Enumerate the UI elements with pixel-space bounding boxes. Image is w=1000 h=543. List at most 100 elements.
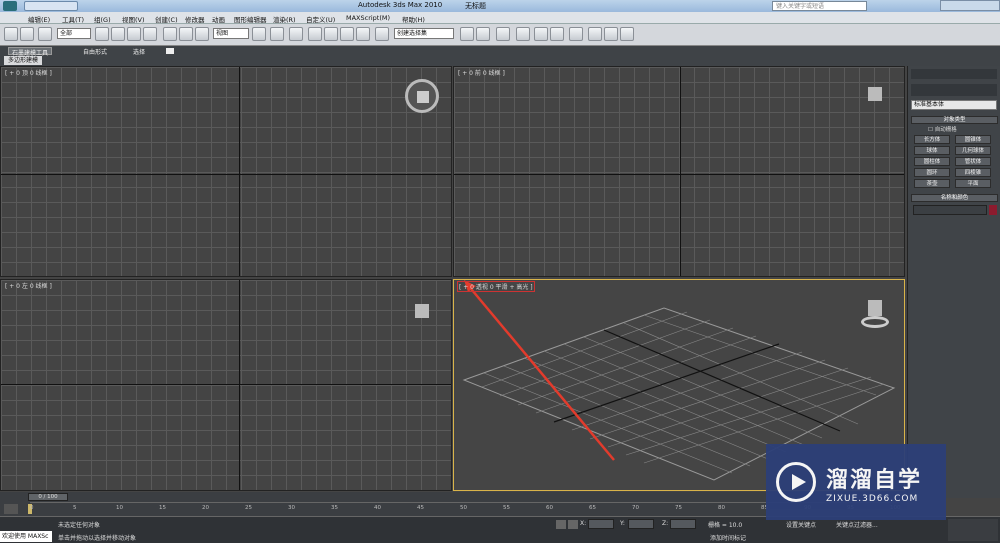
z-coordinate-field[interactable] [670,519,696,529]
percent-snap-icon[interactable] [340,27,354,41]
render-setup-icon[interactable] [588,27,602,41]
selection-filter-select[interactable]: 全部 [57,28,91,39]
menu-views[interactable]: 视图(V) [122,14,145,24]
grid-axis-vertical [239,67,240,276]
geosphere-button[interactable]: 几何球体 [955,146,991,155]
info-center-icons[interactable] [870,1,930,11]
select-manipulate-icon[interactable] [270,27,284,41]
viewport-front[interactable]: [ + 0 前 0 线框 ] [453,66,905,277]
menu-maxscript[interactable]: MAXScript(M) [346,14,390,22]
rollout-object-type[interactable]: 对象类型 [911,116,998,124]
graphite-toggle-icon[interactable] [516,27,530,41]
timeline-tick-label: 65 [589,505,596,511]
region-select-icon[interactable] [127,27,141,41]
menu-create[interactable]: 创建(C) [155,14,178,24]
mini-curve-editor-icon[interactable] [4,504,18,514]
menu-graph-editors[interactable]: 图形编辑器 [234,14,267,24]
tab-selection[interactable]: 选择 [130,47,148,56]
viewport-left[interactable]: [ + 0 左 0 线框 ] [0,279,452,491]
material-editor-icon[interactable] [569,27,583,41]
key-filters-button[interactable]: 关键点过滤器... [836,520,878,529]
timeline-tick-label: 70 [632,505,639,511]
time-slider[interactable]: 0 / 100 [28,493,68,501]
rollout-name-color[interactable]: 名称和颜色 [911,194,998,202]
set-key-label[interactable]: 设置关键点 [786,520,816,529]
named-selection-select[interactable]: 创建选择集 [394,28,454,39]
menu-group[interactable]: 组(G) [94,14,111,24]
rendered-frame-icon[interactable] [604,27,618,41]
snap-toggle-icon[interactable] [308,27,322,41]
timeline-tick-label: 75 [675,505,682,511]
object-color-swatch[interactable] [989,205,997,215]
search-input[interactable]: 键入关键字或短语 [772,1,867,11]
pyramid-button[interactable]: 四棱锥 [955,168,991,177]
x-coordinate-field[interactable] [588,519,614,529]
select-object-icon[interactable] [95,27,109,41]
redo-icon[interactable] [20,27,34,41]
app-logo-icon[interactable] [3,1,17,11]
render-icon[interactable] [620,27,634,41]
viewport-label-top[interactable]: [ + 0 顶 0 线框 ] [5,68,52,77]
angle-snap-icon[interactable] [324,27,338,41]
menu-modifiers[interactable]: 修改器 [185,14,205,24]
quick-access-toolbar[interactable] [24,1,78,11]
pivot-center-icon[interactable] [252,27,266,41]
tab-graphite-modeling[interactable]: 石墨建模工具 [8,47,53,57]
viewcube-icon[interactable] [868,87,882,101]
viewport-navigation-controls[interactable] [948,519,998,541]
object-name-field[interactable] [913,205,987,215]
rotate-icon[interactable] [179,27,193,41]
tab-freeform[interactable]: 自由形式 [80,47,110,56]
window-controls[interactable] [940,0,1000,11]
viewport-top[interactable]: [ + 0 顶 0 线框 ] [0,66,452,277]
panel-tabs[interactable] [911,69,997,79]
viewport-label-front[interactable]: [ + 0 前 0 线框 ] [458,68,505,77]
keyboard-shortcut-icon[interactable] [289,27,303,41]
tube-button[interactable]: 管状体 [955,157,991,166]
align-icon[interactable] [476,27,490,41]
y-coordinate-field[interactable] [628,519,654,529]
menu-rendering[interactable]: 渲染(R) [273,14,296,24]
viewcube-icon[interactable] [858,300,892,328]
autogrid-checkbox[interactable]: ☐ 自动栅格 [928,125,957,133]
lock-selection-icon[interactable] [556,520,566,529]
reference-coordinate-select[interactable]: 视图 [213,28,249,39]
timeline-tick-label: 0 [30,505,34,511]
teapot-button[interactable]: 茶壶 [914,179,950,188]
viewport-label-left[interactable]: [ + 0 左 0 线框 ] [5,281,52,290]
cylinder-button[interactable]: 圆柱体 [914,157,950,166]
edit-named-selection-icon[interactable] [375,27,389,41]
absolute-mode-icon[interactable] [568,520,578,529]
menu-tools[interactable]: 工具(T) [62,14,84,24]
add-time-tag[interactable]: 添加时间标记 [710,533,746,542]
layer-manager-icon[interactable] [496,27,510,41]
viewport-label-perspective[interactable]: [ + 0 透视 0 平滑 + 高光 ] [457,281,535,292]
torus-button[interactable]: 圆环 [914,168,950,177]
scale-icon[interactable] [195,27,209,41]
menu-customize[interactable]: 自定义(U) [306,14,335,24]
window-crossing-icon[interactable] [143,27,157,41]
box-button[interactable]: 长方体 [914,135,950,144]
polygon-modeling-label[interactable]: 多边形建模 [4,56,43,65]
ribbon-toggle-icon[interactable] [166,48,174,54]
create-category-icons[interactable] [911,84,997,96]
object-category-select[interactable]: 标准基本体 [911,100,997,110]
menu-animation[interactable]: 动画 [212,14,225,24]
viewcube-icon[interactable] [405,79,439,113]
menu-edit[interactable]: 编辑(E) [28,14,50,24]
select-by-name-icon[interactable] [111,27,125,41]
status-prompt-line1: 未选定任何对象 [58,522,101,529]
link-icon[interactable] [38,27,52,41]
viewcube-icon[interactable] [415,304,429,318]
maxscript-listener[interactable]: 欢迎使用 MAXSc [0,531,52,542]
curve-editor-icon[interactable] [534,27,548,41]
schematic-view-icon[interactable] [550,27,564,41]
plane-button[interactable]: 平面 [955,179,991,188]
undo-icon[interactable] [4,27,18,41]
cone-button[interactable]: 圆锥体 [955,135,991,144]
sphere-button[interactable]: 球体 [914,146,950,155]
spinner-snap-icon[interactable] [356,27,370,41]
move-icon[interactable] [163,27,177,41]
mirror-icon[interactable] [460,27,474,41]
menu-help[interactable]: 帮助(H) [402,14,425,24]
